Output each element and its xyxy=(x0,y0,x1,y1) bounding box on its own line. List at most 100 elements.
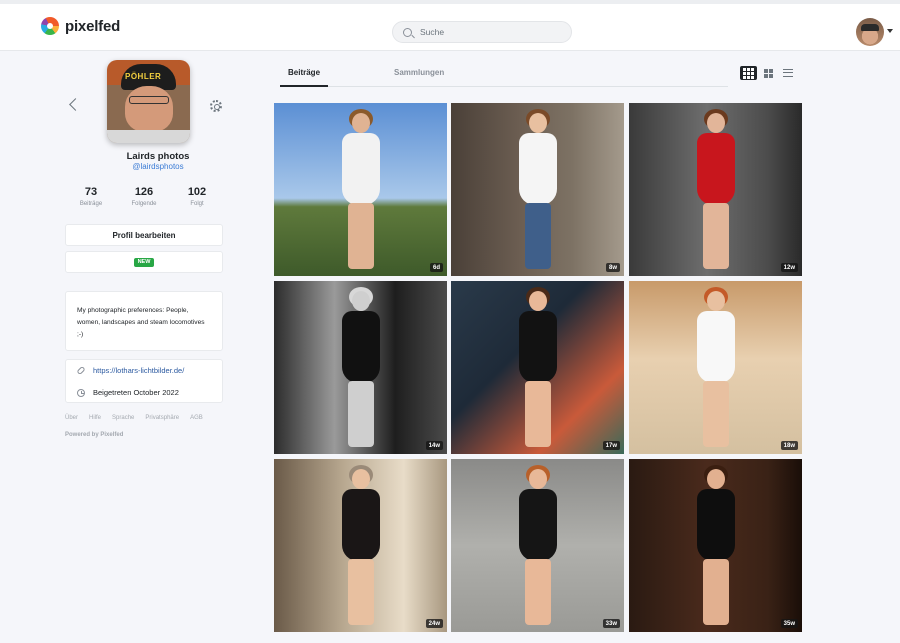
footer-links: Über Hilfe Sprache Privatsphäre AGB xyxy=(65,415,203,421)
post-age-badge: 33w xyxy=(602,619,620,628)
view-grid-3-button[interactable] xyxy=(740,66,757,80)
profile-avatar[interactable]: PÖHLER xyxy=(107,60,190,143)
post-age-badge: 8w xyxy=(605,263,620,272)
tab-posts[interactable]: Beiträge xyxy=(288,68,320,77)
chevron-down-icon[interactable] xyxy=(887,29,893,33)
tab-collections[interactable]: Sammlungen xyxy=(394,68,444,77)
stat-following-label: Folgt xyxy=(190,201,204,207)
search-icon xyxy=(403,27,412,37)
photo-subject-head xyxy=(707,469,725,489)
photo-subject-head xyxy=(707,113,725,133)
link-icon xyxy=(76,365,86,376)
photo-subject-head xyxy=(707,291,725,311)
footer-link-help[interactable]: Hilfe xyxy=(89,415,101,421)
edit-profile-button[interactable]: Profil bearbeiten xyxy=(65,224,223,246)
grid-2-icon xyxy=(764,68,773,78)
post-tile[interactable]: 18w xyxy=(629,281,802,454)
profile-display-name: Lairds photos xyxy=(126,151,190,162)
profile-bio: My photographic preferences: People, wom… xyxy=(65,291,223,351)
search-input[interactable] xyxy=(420,27,560,37)
photo-subject-head xyxy=(352,291,370,311)
photo-subject-dress xyxy=(342,489,380,561)
post-tile[interactable]: 35w xyxy=(629,459,802,632)
photo-subject-legs xyxy=(525,381,551,447)
clock-icon xyxy=(77,388,85,397)
post-age-badge: 14w xyxy=(425,441,443,450)
photo-subject-dress xyxy=(519,311,557,383)
stat-following[interactable]: 102 Folgt xyxy=(172,186,222,207)
new-badge: NEW xyxy=(133,257,155,267)
profile-info-card: https://lothars-lichtbilder.de/ Beigetre… xyxy=(65,359,223,403)
view-grid-2-button[interactable] xyxy=(760,66,777,80)
tab-active-indicator xyxy=(280,85,328,87)
post-tile[interactable]: 33w xyxy=(451,459,624,632)
user-avatar-menu[interactable] xyxy=(856,18,884,46)
stat-posts[interactable]: 73 Beiträge xyxy=(66,186,116,207)
post-age-badge: 18w xyxy=(780,441,798,450)
photo-subject-dress xyxy=(697,133,735,205)
gear-icon[interactable] xyxy=(210,100,222,112)
stat-posts-label: Beiträge xyxy=(79,201,103,207)
post-tile[interactable]: 6d xyxy=(274,103,447,276)
photo-subject-legs xyxy=(525,203,551,269)
post-age-badge: 6d xyxy=(429,263,443,272)
tabs-divider xyxy=(280,86,728,87)
chevron-left-icon[interactable] xyxy=(69,98,82,111)
brand-name: pixelfed xyxy=(65,17,121,35)
website-row: https://lothars-lichtbilder.de/ xyxy=(76,365,184,376)
photo-subject-dress xyxy=(342,311,380,383)
joined-date: Beigetreten October 2022 xyxy=(93,388,179,397)
grid-3-icon xyxy=(743,67,754,79)
footer-link-about[interactable]: Über xyxy=(65,415,78,421)
post-age-badge: 35w xyxy=(780,619,798,628)
photo-subject-legs xyxy=(703,559,729,625)
footer-link-privacy[interactable]: Privatsphäre xyxy=(145,415,179,421)
photo-subject-dress xyxy=(342,133,380,205)
photo-subject-legs xyxy=(348,203,374,269)
photo-subject-head xyxy=(352,113,370,133)
photo-subject-legs xyxy=(348,559,374,625)
photo-subject-legs xyxy=(348,381,374,447)
footer-link-language[interactable]: Sprache xyxy=(112,415,134,421)
stat-followers[interactable]: 126 Folgende xyxy=(119,186,169,207)
brand-link[interactable]: pixelfed xyxy=(41,17,120,35)
photo-subject-dress xyxy=(697,311,735,383)
shirt-graphic xyxy=(107,130,190,143)
photo-subject-dress xyxy=(519,489,557,561)
post-tile[interactable]: 8w xyxy=(451,103,624,276)
new-feature-card[interactable]: NEW xyxy=(65,251,223,273)
photo-subject-legs xyxy=(703,203,729,269)
search-box[interactable] xyxy=(392,21,572,43)
pixelfed-logo-icon xyxy=(41,17,59,35)
post-tile[interactable]: 24w xyxy=(274,459,447,632)
cap-logo-text: PÖHLER xyxy=(125,72,162,81)
footer-link-terms[interactable]: AGB xyxy=(190,415,203,421)
face-graphic xyxy=(125,86,173,132)
post-age-badge: 17w xyxy=(602,441,620,450)
post-tile[interactable]: 17w xyxy=(451,281,624,454)
photo-subject-head xyxy=(529,291,547,311)
stat-followers-value: 126 xyxy=(134,186,154,198)
website-link[interactable]: https://lothars-lichtbilder.de/ xyxy=(93,366,184,375)
list-icon xyxy=(782,69,793,77)
stat-followers-label: Folgende xyxy=(131,201,157,207)
top-navbar: pixelfed xyxy=(0,0,900,51)
view-list-button[interactable] xyxy=(779,66,796,80)
photo-subject-head xyxy=(352,469,370,489)
photo-subject-dress xyxy=(697,489,735,561)
powered-by[interactable]: Powered by Pixelfed xyxy=(65,432,123,438)
stat-posts-value: 73 xyxy=(84,186,98,198)
stat-following-value: 102 xyxy=(187,186,207,198)
post-tile[interactable]: 14w xyxy=(274,281,447,454)
post-age-badge: 12w xyxy=(780,263,798,272)
post-tile[interactable]: 12w xyxy=(629,103,802,276)
post-age-badge: 24w xyxy=(425,619,443,628)
photo-subject-legs xyxy=(525,559,551,625)
profile-username[interactable]: @lairdsphotos xyxy=(65,162,251,171)
photo-subject-legs xyxy=(703,381,729,447)
photo-subject-dress xyxy=(519,133,557,205)
photo-subject-head xyxy=(529,469,547,489)
joined-row: Beigetreten October 2022 xyxy=(77,388,179,397)
glasses-graphic xyxy=(129,96,169,104)
photo-subject-head xyxy=(529,113,547,133)
